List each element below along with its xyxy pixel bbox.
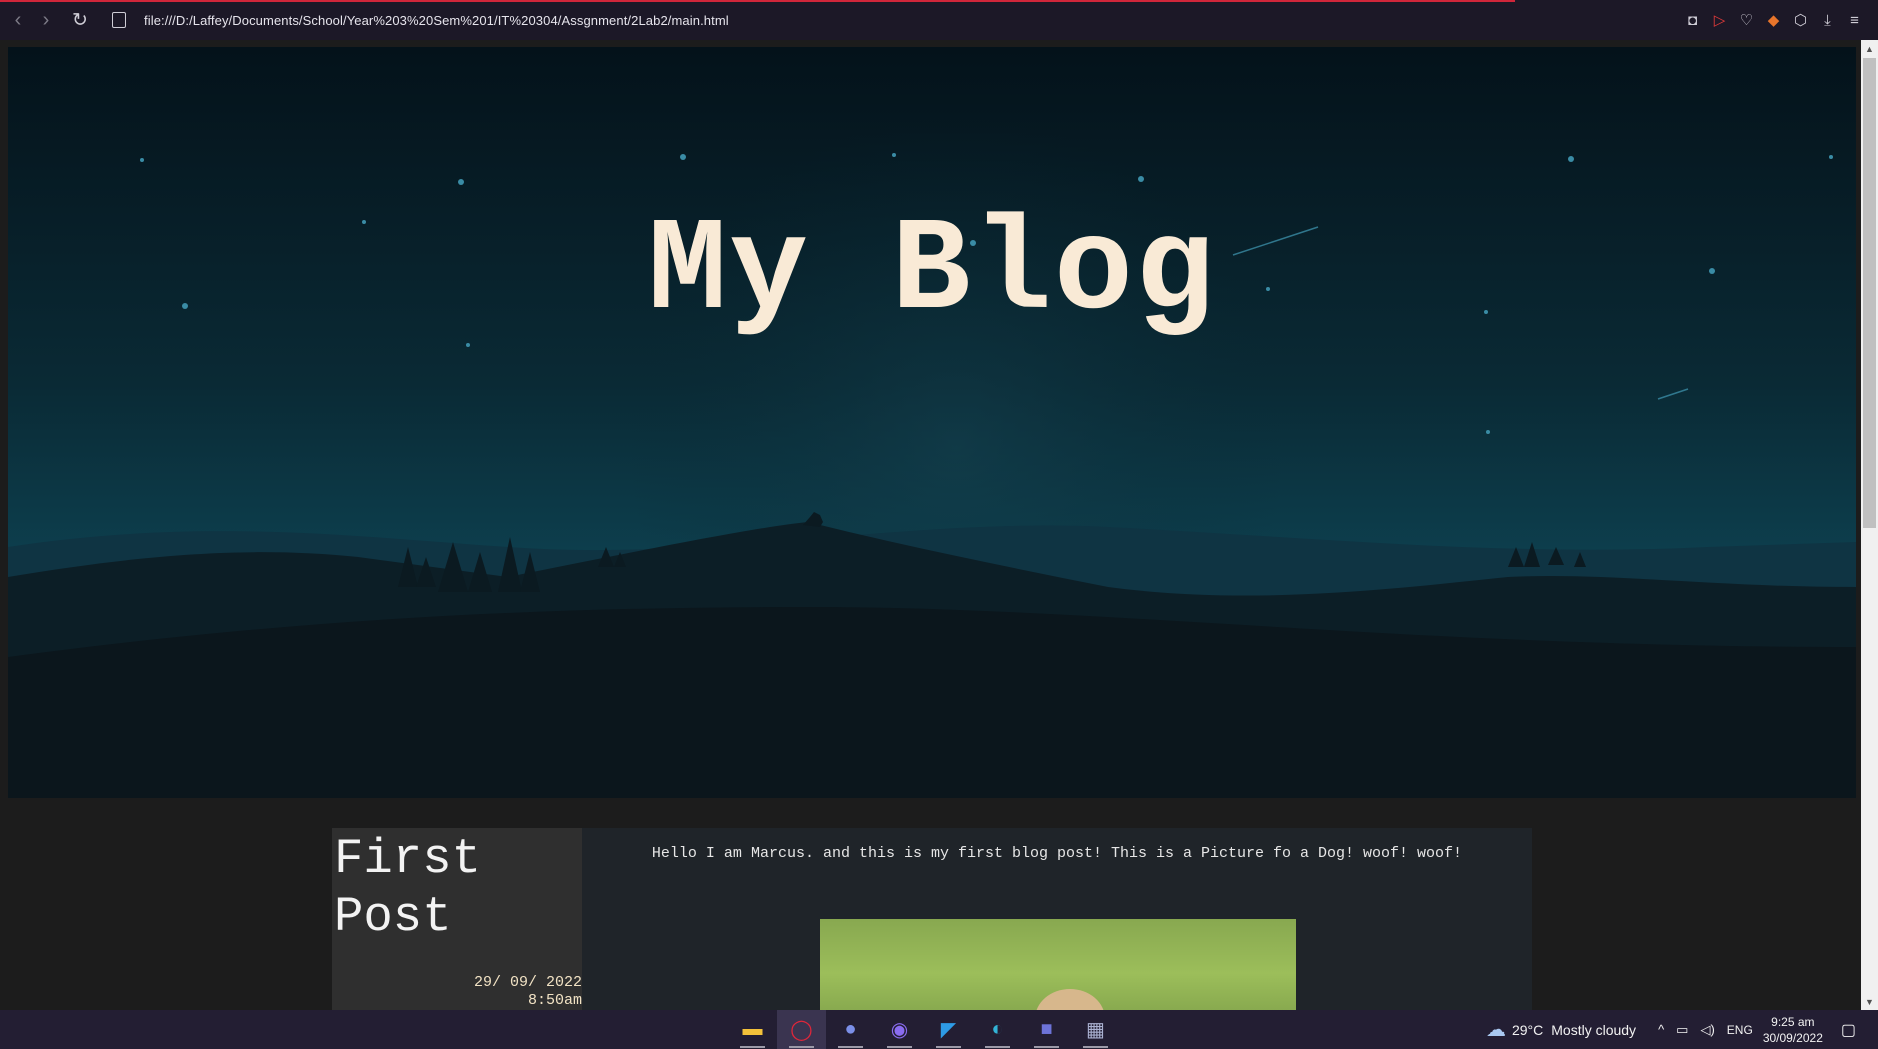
forward-icon[interactable]: › bbox=[32, 6, 60, 34]
dog-image bbox=[820, 919, 1296, 1010]
back-icon[interactable]: ‹ bbox=[4, 6, 32, 34]
post-content: Hello I am Marcus. and this is my first … bbox=[582, 828, 1532, 1010]
toolbar-actions: ◘ ▷ ♡ ◆ ⬡ ⤓ ≡ bbox=[1679, 0, 1868, 40]
blog-title: My Blog bbox=[647, 197, 1217, 347]
file-explorer-icon[interactable]: ▬ bbox=[728, 1010, 777, 1049]
chevron-up-icon[interactable]: ^ bbox=[1658, 1022, 1664, 1037]
scroll-thumb[interactable] bbox=[1863, 58, 1876, 528]
page-scrollbar[interactable]: ▲ ▼ bbox=[1861, 40, 1878, 1010]
volume-icon[interactable]: ◁) bbox=[1700, 1022, 1714, 1038]
address-bar[interactable]: file:///D:/Laffey/Documents/School/Year%… bbox=[144, 13, 729, 28]
night-landscape-image bbox=[8, 47, 1856, 798]
teams-icon[interactable]: ■ bbox=[1022, 1010, 1071, 1049]
clock-date: 30/09/2022 bbox=[1762, 1030, 1823, 1045]
notification-icon[interactable]: ▢ bbox=[1841, 1020, 1856, 1040]
system-tray: ☁ 29°C Mostly cloudy ^ ▭ ◁) ENG 9:25 am … bbox=[1486, 1010, 1878, 1049]
weather-temp[interactable]: 29°C bbox=[1512, 1022, 1543, 1038]
post-date: 29/ 09/ 2022 8:50am bbox=[474, 974, 582, 1010]
clock[interactable]: 9:25 am 30/09/2022 bbox=[1763, 1014, 1823, 1046]
vscode-icon[interactable]: ◤ bbox=[924, 1010, 973, 1049]
network-icon[interactable]: ▭ bbox=[1676, 1022, 1688, 1038]
post-date-value: 29/ 09/ 2022 bbox=[473, 974, 582, 991]
post-text: Hello I am Marcus. and this is my first … bbox=[651, 845, 1463, 862]
language-indicator[interactable]: ENG bbox=[1727, 1023, 1753, 1037]
cube-icon[interactable]: ⬡ bbox=[1787, 7, 1814, 34]
taskbar-apps: ▬ ◯ ● ◉ ◤ ◐ ■ ▦ bbox=[728, 1010, 1120, 1049]
opera-icon[interactable]: ◯ bbox=[777, 1010, 826, 1049]
page-viewport: My Blog First Post 29/ 09/ 2022 8:50am H… bbox=[0, 40, 1878, 1010]
heart-icon[interactable]: ♡ bbox=[1733, 7, 1760, 34]
taskbar: ▬ ◯ ● ◉ ◤ ◐ ■ ▦ ☁ 29°C Mostly cloudy ^ ▭… bbox=[0, 1010, 1878, 1049]
scroll-up-icon[interactable]: ▲ bbox=[1861, 40, 1878, 57]
edge-icon[interactable]: ◐ bbox=[973, 1010, 1022, 1049]
post-sidebar: First Post 29/ 09/ 2022 8:50am bbox=[332, 828, 582, 1010]
dog-head bbox=[1035, 989, 1105, 1010]
page-icon bbox=[112, 12, 126, 28]
reload-icon[interactable]: ↻ bbox=[66, 6, 94, 34]
post-time-value: 8:50am bbox=[527, 992, 582, 1009]
weather-desc[interactable]: Mostly cloudy bbox=[1551, 1022, 1636, 1038]
hero-banner: My Blog bbox=[8, 47, 1856, 798]
camera-icon[interactable]: ◘ bbox=[1679, 7, 1706, 34]
cloud-icon[interactable]: ☁ bbox=[1486, 1017, 1506, 1042]
wallet-icon[interactable]: ◆ bbox=[1760, 7, 1787, 34]
browser-toolbar: ‹ › ↻ file:///D:/Laffey/Documents/School… bbox=[0, 0, 1878, 40]
loading-bar bbox=[0, 0, 1515, 2]
post-title: First Post bbox=[334, 831, 482, 945]
send-icon[interactable]: ▷ bbox=[1706, 7, 1733, 34]
blog-post: First Post 29/ 09/ 2022 8:50am Hello I a… bbox=[332, 828, 1532, 1010]
download-icon[interactable]: ⤓ bbox=[1814, 7, 1841, 34]
messenger-icon[interactable]: ◉ bbox=[875, 1010, 924, 1049]
scroll-down-icon[interactable]: ▼ bbox=[1861, 993, 1878, 1010]
clock-time: 9:25 am bbox=[1771, 1014, 1815, 1029]
calculator-icon[interactable]: ▦ bbox=[1071, 1010, 1120, 1049]
menu-icon[interactable]: ≡ bbox=[1841, 7, 1868, 34]
discord-icon[interactable]: ● bbox=[826, 1010, 875, 1049]
